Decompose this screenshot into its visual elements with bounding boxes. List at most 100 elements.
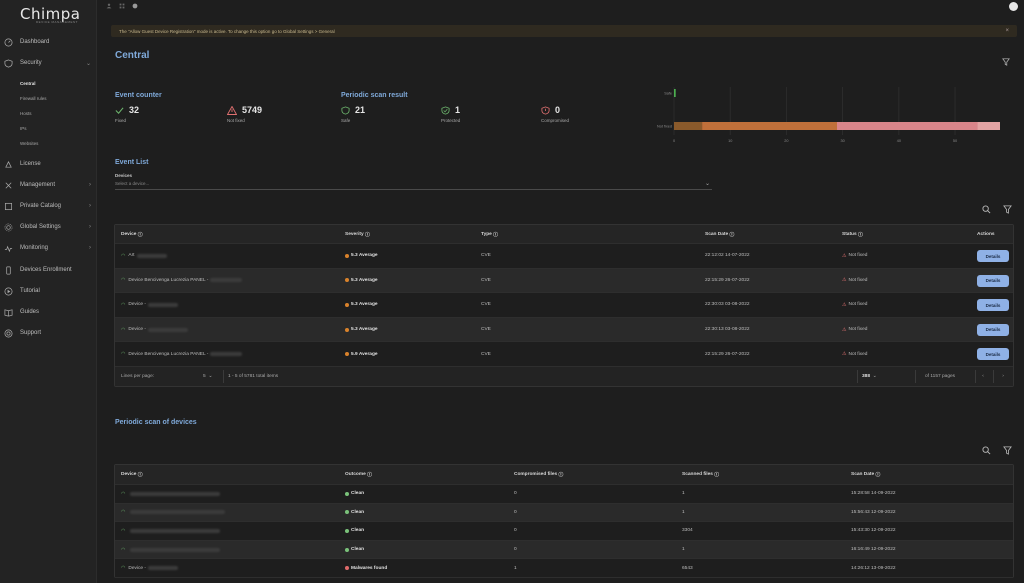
type-cell: CVE	[481, 327, 491, 333]
sidebar-item-dashboard[interactable]: Dashboard	[0, 35, 97, 49]
details-button[interactable]: Details	[977, 323, 1009, 336]
sidebar-item-management[interactable]: Management ›	[0, 178, 97, 192]
page-select[interactable]: 388 ⌄	[862, 367, 877, 386]
license-icon	[4, 160, 13, 169]
details-button[interactable]: Details	[977, 250, 1009, 262]
status-cell: ⚠ Not fixed	[842, 326, 868, 333]
device-cell[interactable]: ◠ Device -	[121, 318, 188, 342]
device-cell[interactable]: ◠ Device Bencivenga Lucrezia PANEL -	[121, 342, 243, 366]
fixed-count: 32	[129, 105, 140, 115]
sidebar-subitem-websites[interactable]: Websites	[20, 141, 38, 146]
scan-date-cell: 15:56:43 12-09-2022	[851, 509, 896, 515]
device-cell[interactable]: ◠ Device Bencivenga Lucrezia PANEL -	[121, 269, 243, 293]
sidebar-item-support[interactable]: Support	[0, 326, 97, 340]
type-cell: CVE	[481, 277, 491, 283]
device-cell[interactable]: ◠ Device -	[121, 559, 178, 577]
grid-icon[interactable]	[119, 3, 125, 9]
sidebar-item-devices-enrollment[interactable]: Devices Enrollment	[0, 263, 97, 277]
table-row: ◠ Device - Malwares found 1 6543 14:26:12…	[115, 559, 1013, 578]
device-cell[interactable]: ◠ Device -	[121, 293, 178, 317]
sidebar-item-guides[interactable]: Guides	[0, 305, 97, 319]
search-icon[interactable]	[982, 446, 991, 455]
device-cell[interactable]: ◠	[121, 485, 221, 503]
sidebar-item-license[interactable]: License	[0, 157, 97, 171]
device-cell[interactable]: ◠ Art	[121, 244, 167, 268]
column-header-device[interactable]: Device ⓘ	[121, 225, 143, 243]
filter-icon[interactable]	[1003, 205, 1012, 214]
check-icon	[115, 106, 124, 114]
severity-cell: 5.3 Average	[345, 293, 378, 317]
outcome-cell: Malwares found	[345, 559, 387, 577]
details-button[interactable]: Details	[977, 299, 1009, 312]
severity-cell: 5.3 Average	[345, 244, 378, 268]
x-tick-label: 30	[841, 139, 845, 143]
status-cell: ⚠ Not fixed	[842, 277, 868, 284]
sidebar-item-label: Private Catalog	[20, 203, 62, 209]
sidebar-item-tutorial[interactable]: Tutorial	[0, 284, 97, 298]
column-header-status[interactable]: Status ⓘ	[842, 225, 863, 243]
sidebar-item-label: Devices Enrollment	[20, 267, 72, 273]
device-cell[interactable]: ◠	[121, 541, 221, 559]
avatar[interactable]	[1009, 2, 1018, 11]
sidebar-subitem-firewall-rules[interactable]: Firewall rules	[20, 96, 47, 101]
column-header-scanned-files[interactable]: Scanned files ⓘ	[682, 465, 719, 484]
chevron-right-icon: ›	[89, 245, 91, 251]
device-cell[interactable]: ◠	[121, 504, 226, 522]
column-header-type[interactable]: Type ⓘ	[481, 225, 498, 243]
warning-icon: ⚠	[842, 252, 847, 259]
x-tick-label: 50	[953, 139, 957, 143]
filter-icon[interactable]	[1002, 58, 1010, 68]
details-button[interactable]: Details	[977, 348, 1009, 361]
sidebar-item-private-catalog[interactable]: Private Catalog ›	[0, 199, 97, 213]
column-header-scan-date[interactable]: Scan Date ⓘ	[851, 465, 880, 484]
wifi-icon: ◠	[121, 301, 126, 308]
sidebar-item-security[interactable]: Security ⌄	[0, 56, 97, 70]
column-header-outcome[interactable]: Outcome ⓘ	[345, 465, 372, 484]
scanned-files-cell: 1	[682, 547, 685, 553]
event-counter-title: Event counter	[115, 92, 162, 99]
sidebar-subitem-central[interactable]: Central	[20, 81, 36, 86]
prev-page-button[interactable]: ‹	[973, 367, 993, 386]
type-cell: CVE	[481, 351, 491, 357]
warning-icon	[227, 105, 237, 115]
column-header-severity[interactable]: Severity ⓘ	[345, 225, 370, 243]
sidebar-item-label: Tutorial	[20, 288, 40, 294]
chevron-right-icon: ›	[89, 182, 91, 188]
sidebar-item-label: Dashboard	[20, 39, 50, 45]
sidebar-item-label: Guides	[20, 309, 40, 315]
filter-icon[interactable]	[1003, 446, 1012, 455]
close-icon[interactable]: ×	[1005, 28, 1009, 34]
column-header-device[interactable]: Device ⓘ	[121, 465, 143, 484]
sidebar-item-label: Monitoring	[20, 245, 49, 251]
lines-per-page-select[interactable]: 5 ⌄	[203, 367, 212, 386]
sidebar-item-global-settings[interactable]: Global Settings ›	[0, 220, 97, 234]
scan-date-cell: 22:15:29 26-07-2022	[705, 277, 750, 283]
sidebar: Chimpa DEVICE MANAGEMENT Dashboard Secur…	[0, 0, 97, 583]
chevron-down-icon: ⌄	[704, 181, 710, 187]
outcome-cell: Clean	[345, 522, 364, 540]
x-tick-label: 0	[673, 139, 675, 143]
globe-icon[interactable]	[132, 3, 138, 9]
next-page-button[interactable]: ›	[993, 367, 1013, 386]
outcome-cell: Clean	[345, 485, 364, 503]
wifi-icon: ◠	[121, 326, 126, 333]
details-button[interactable]: Details	[977, 274, 1009, 287]
devices-select[interactable]: Select a device... ⌄	[115, 180, 712, 190]
device-cell[interactable]: ◠	[121, 522, 221, 540]
table-header-row: Device ⓘ Outcome ⓘ Compromised files ⓘ S…	[115, 465, 1013, 485]
guest-mode-banner: The "Allow Guest Device Registration" mo…	[111, 25, 1017, 37]
wifi-icon: ◠	[121, 490, 126, 497]
category-label: Not fixed	[657, 125, 672, 129]
lines-per-page-label: Lines per page:	[121, 373, 155, 379]
column-header-compromised-files[interactable]: Compromised files ⓘ	[514, 465, 563, 484]
column-header-scan-date[interactable]: Scan Date ⓘ	[705, 225, 734, 243]
sidebar-item-monitoring[interactable]: Monitoring ›	[0, 241, 97, 255]
protected-label: Protected	[441, 118, 461, 123]
user-icon[interactable]	[106, 3, 112, 9]
scan-date-cell: 15:43:30 12-09-2022	[851, 528, 896, 534]
scan-date-cell: 14:26:12 13-09-2022	[851, 565, 896, 571]
not-fixed-counter: 5749	[227, 105, 262, 115]
search-icon[interactable]	[982, 205, 991, 214]
sidebar-subitem-ips[interactable]: IPs	[20, 126, 27, 131]
sidebar-subitem-hosts[interactable]: Hosts	[20, 111, 32, 116]
